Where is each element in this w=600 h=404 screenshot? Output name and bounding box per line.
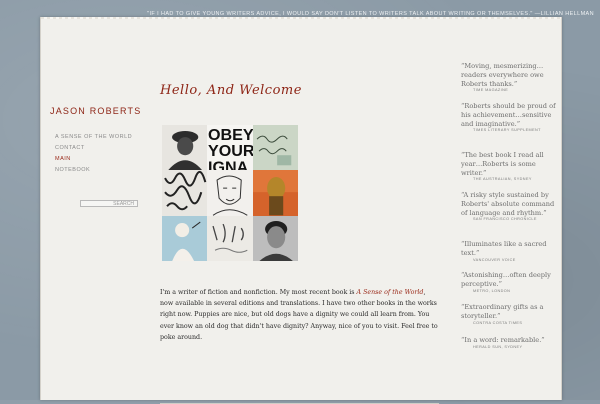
search-label: SEARCH	[113, 201, 134, 207]
intro-text-1: I'm a writer of fiction and nonfiction. …	[160, 289, 357, 296]
review-quote: “Moving, mesmerizing… readers everywhere…	[461, 62, 557, 92]
collage-tile-statue	[252, 170, 298, 216]
review-quote-text: “Illuminates like a sacred text.”	[461, 240, 547, 257]
review-quote: “The best book I read all year…Roberts i…	[461, 151, 557, 181]
review-quote-text: “Moving, mesmerizing… readers everywhere…	[461, 62, 544, 88]
intro-paragraph: I'm a writer of fiction and nonfiction. …	[160, 287, 439, 343]
review-quote-text: “The best book I read all year…Roberts i…	[461, 151, 544, 177]
main-nav: A SENSE OF THE WORLD CONTACT MAIN NOTEBO…	[55, 132, 132, 176]
collage-tile-figure-blue	[162, 215, 208, 261]
site-title[interactable]: JASON ROBERTS	[50, 106, 141, 116]
review-quote-text: “In a word: remarkable.”	[461, 336, 545, 344]
photo-collage: OBEY YOUR IGNA	[162, 125, 298, 261]
review-quote-text: “A risky style sustained by Roberts' abs…	[461, 191, 555, 217]
collage-tile-author-portrait	[252, 215, 298, 261]
review-quote-text: “Extraordinary gifts as a storyteller.”	[461, 303, 544, 320]
review-quote-source: VANCOUVER VOICE	[473, 257, 516, 262]
review-quote: “In a word: remarkable.” HERALD SUN, SYD…	[461, 336, 557, 349]
nav-item-a-sense-of-the-world[interactable]: A SENSE OF THE WORLD	[55, 132, 132, 143]
collage-tile-handwriting-green	[252, 125, 298, 171]
review-quote-source: METRO, LONDON	[473, 288, 511, 293]
review-quote-source: SAN FRANCISCO CHRONICLE	[473, 217, 537, 222]
review-quote: “Extraordinary gifts as a storyteller.” …	[461, 303, 557, 325]
review-quote: “Illuminates like a sacred text.” VANCOU…	[461, 240, 557, 262]
intro-text-2: , now available in several editions and …	[160, 289, 438, 341]
page-title: Hello, And Welcome	[160, 83, 302, 98]
review-quote-source: THE AUSTRALIAN, SYDNEY	[473, 177, 532, 182]
nav-item-notebook[interactable]: NOTEBOOK	[55, 165, 132, 176]
collage-tile-sketch-face	[207, 170, 253, 216]
collage-tile-handwriting-dark	[162, 170, 208, 216]
review-quote-source: TIMES LITERARY SUPPLEMENT	[473, 128, 541, 133]
review-quote: “A risky style sustained by Roberts' abs…	[461, 191, 557, 221]
nav-item-contact[interactable]: CONTACT	[55, 143, 132, 154]
collage-tile-hat-portrait	[162, 125, 208, 171]
review-quote: “Astonishing…often deeply perceptive.” M…	[461, 271, 557, 293]
review-quote: “Roberts should be proud of his achievem…	[461, 102, 557, 132]
collage-tile-obey-text: OBEY YOUR IGNA	[207, 125, 253, 171]
review-quote-source: HERALD SUN, SYDNEY	[473, 344, 523, 349]
page-paper: JASON ROBERTS A SENSE OF THE WORLD CONTA…	[40, 17, 562, 404]
search-box[interactable]: SEARCH	[80, 200, 138, 207]
book-title-link[interactable]: A Sense of the World	[357, 289, 424, 296]
nav-item-main[interactable]: MAIN	[55, 154, 132, 165]
review-quote-text: “Roberts should be proud of his achievem…	[461, 102, 556, 128]
review-quote-source: CONTRA COSTA TIMES	[473, 320, 523, 325]
collage-tile-handwriting-light	[207, 215, 253, 261]
review-quote-text: “Astonishing…often deeply perceptive.”	[461, 271, 551, 288]
review-quote-source: TIME MAGAZINE	[473, 88, 509, 93]
collage-word-igna: IGNA	[208, 158, 249, 170]
